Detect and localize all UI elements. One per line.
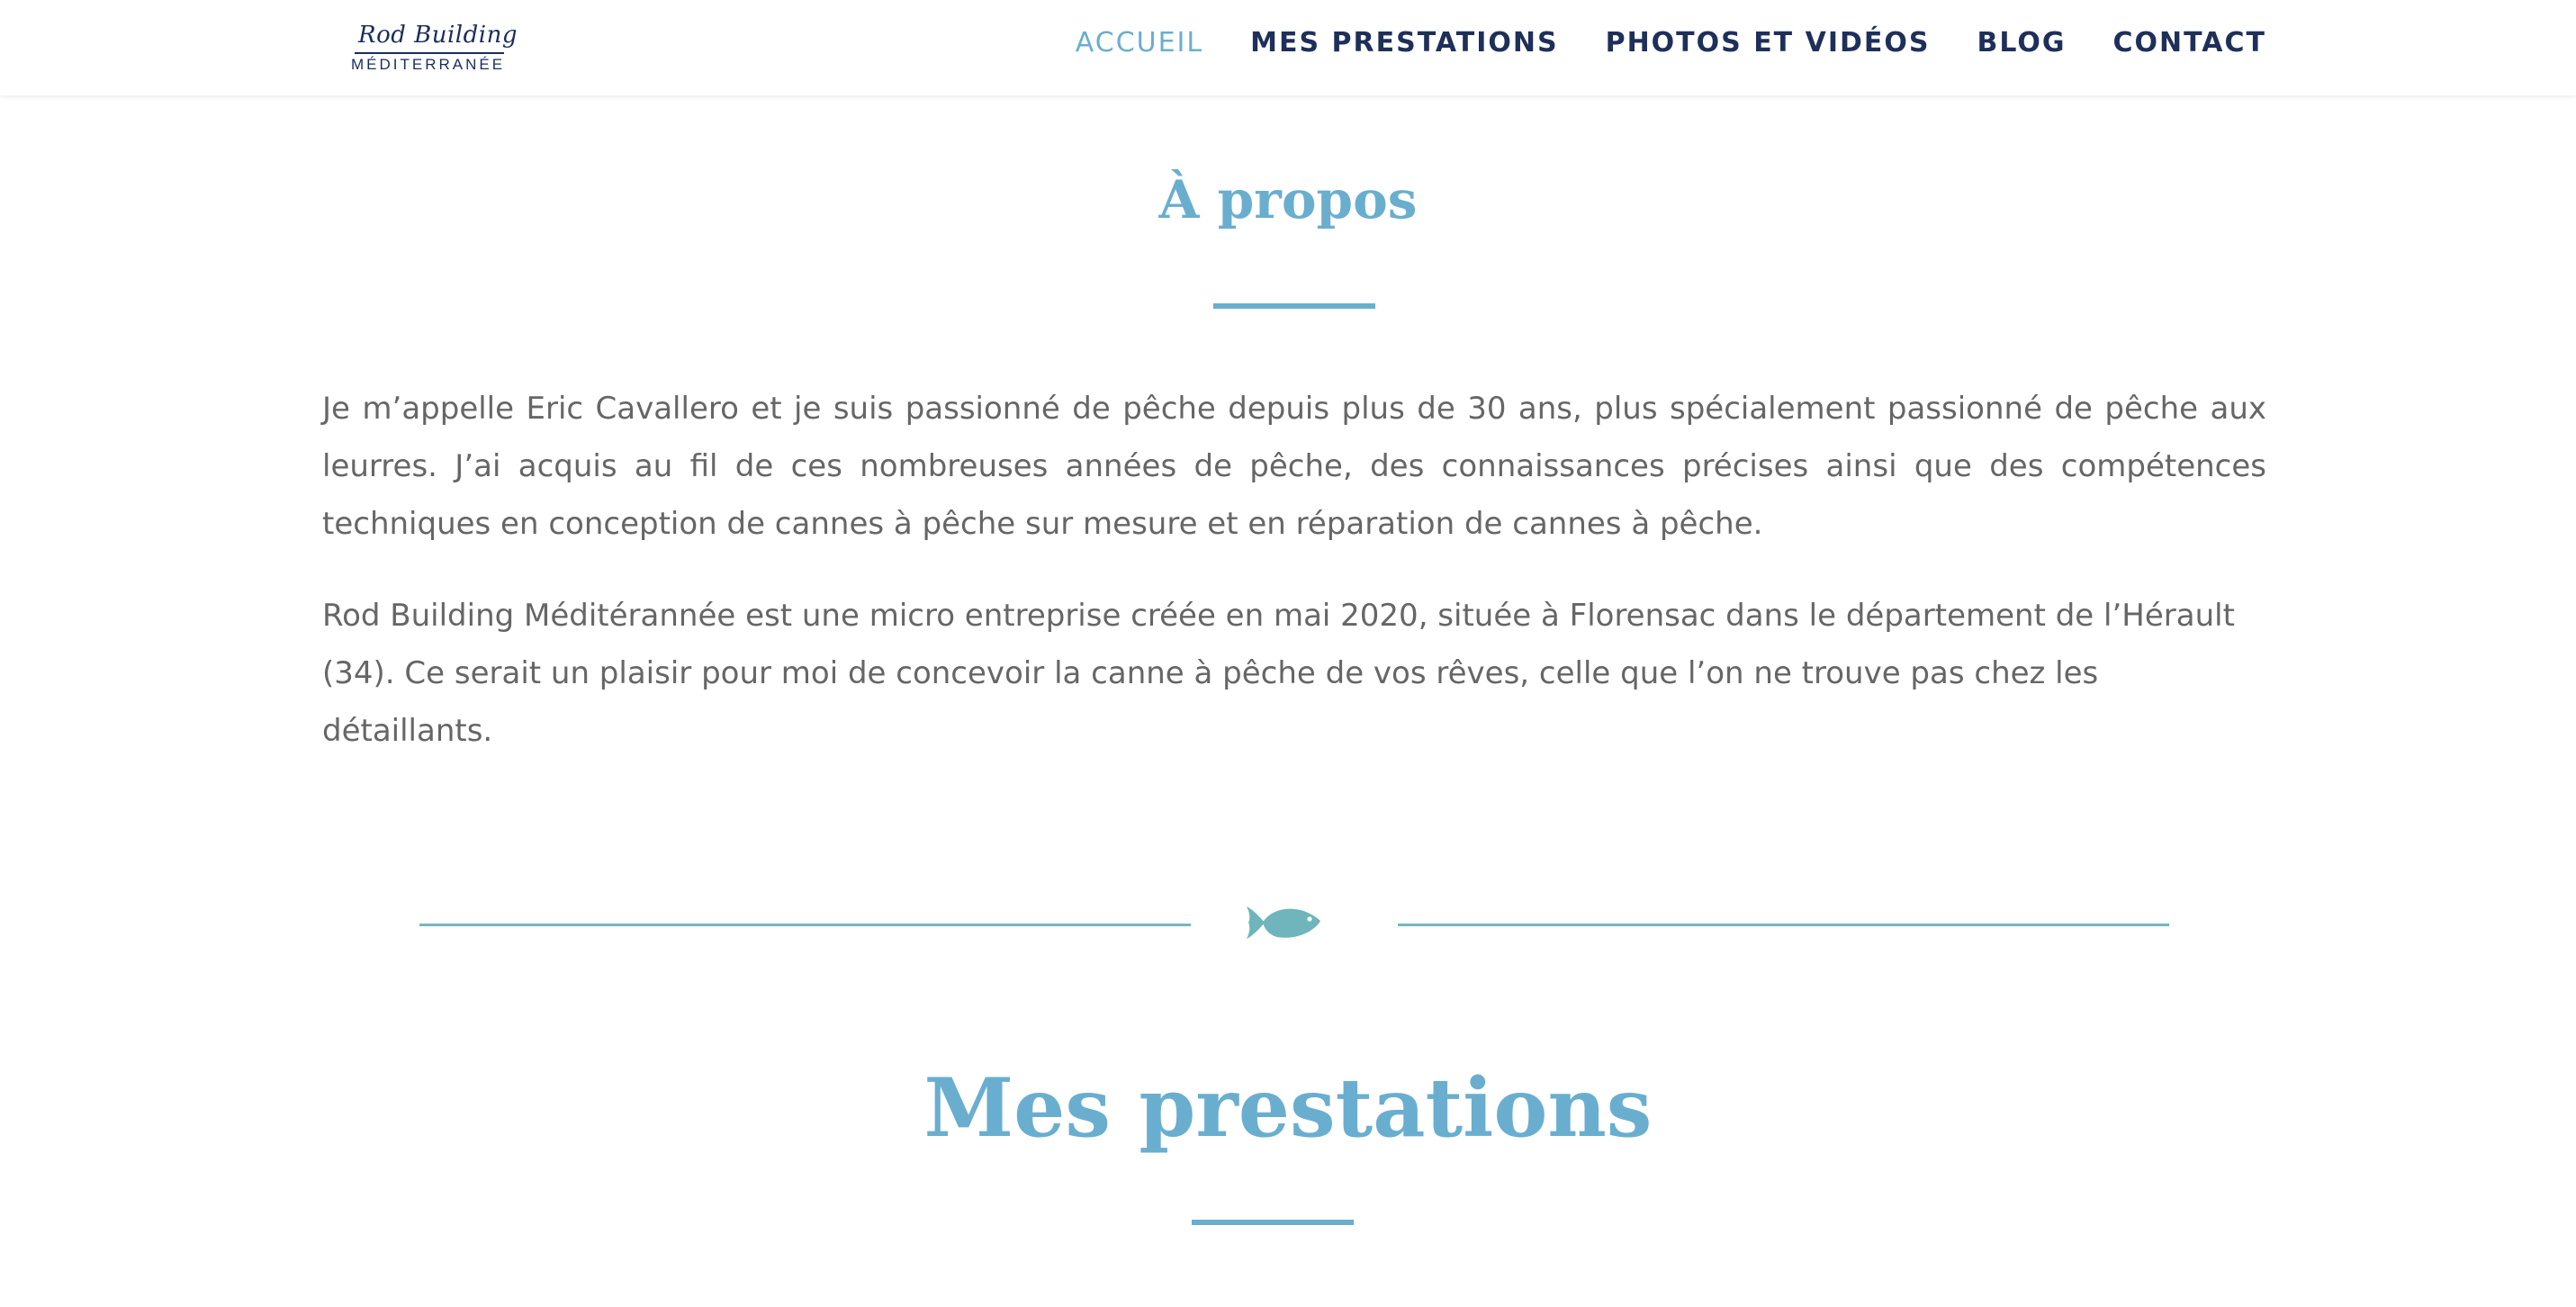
site-header: Rod Building MÉDITERRANÉE ACCUEIL MES PR… [0, 0, 2576, 95]
logo-script-text: Rod Building [358, 22, 518, 49]
nav-item-blog[interactable]: BLOG [1977, 27, 2066, 59]
divider-line-right [1398, 924, 2169, 926]
logo-underline [355, 52, 504, 54]
nav-item-contact[interactable]: CONTACT [2113, 27, 2266, 59]
nav-item-mes-prestations[interactable]: MES PRESTATIONS [1250, 27, 1558, 59]
logo-subtitle: MÉDITERRANÉE [351, 56, 506, 73]
about-title: À propos [1158, 169, 1418, 230]
main-nav: ACCUEIL MES PRESTATIONS PHOTOS ET VIDÉOS… [1076, 27, 2266, 59]
nav-item-accueil[interactable]: ACCUEIL [1076, 27, 1203, 59]
fish-icon [1247, 906, 1320, 939]
services-title: Mes prestations [923, 1060, 1653, 1156]
nav-item-photos-videos[interactable]: PHOTOS ET VIDÉOS [1606, 27, 1931, 59]
about-paragraph-1: Je m’appelle Eric Cavallero et je suis p… [322, 391, 2266, 542]
services-title-underline [1192, 1220, 1354, 1225]
about-paragraph-2: Rod Building Méditérannée est une micro … [322, 598, 2235, 749]
about-title-underline [1213, 303, 1375, 309]
divider-line-left [419, 924, 1191, 926]
site-logo[interactable]: Rod Building MÉDITERRANÉE [351, 22, 517, 73]
